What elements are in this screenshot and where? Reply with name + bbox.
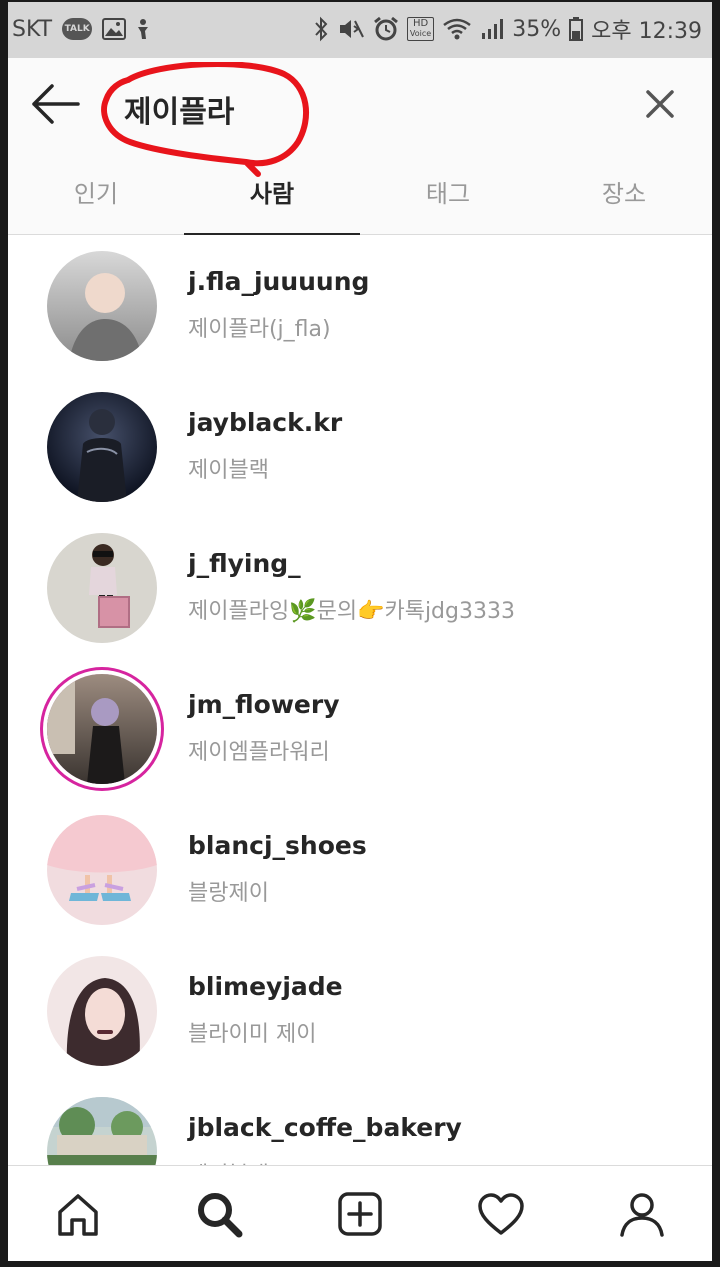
clock: 오후 12:39 xyxy=(591,19,702,44)
nav-profile[interactable] xyxy=(571,1166,712,1262)
home-icon xyxy=(58,1194,99,1236)
search-input[interactable] xyxy=(122,82,606,136)
full-name: 제이블랙 xyxy=(188,458,269,483)
wifi-icon xyxy=(442,17,472,41)
tab-tags[interactable]: 태그 xyxy=(360,162,536,234)
search-field-wrap xyxy=(101,62,612,177)
list-item[interactable]: jblack_coffe_bakery 제이블랙 xyxy=(8,1081,712,1165)
search-header: 인기 사람 태그 장소 xyxy=(8,58,712,235)
list-item[interactable]: jayblack.kr 제이블랙 xyxy=(8,376,712,516)
nav-search[interactable] xyxy=(149,1166,290,1262)
username: jm_flowery xyxy=(188,690,340,719)
alarm-icon xyxy=(373,16,399,42)
username: blancj_shoes xyxy=(188,831,367,860)
activity-heart-icon xyxy=(478,1193,524,1235)
search-tabs: 인기 사람 태그 장소 xyxy=(8,162,712,235)
clear-search-button[interactable] xyxy=(640,84,680,124)
battery-percent: 35% xyxy=(512,16,562,42)
full-name: 제이플라잉🌿문의👉카톡jdg3333 xyxy=(188,599,515,624)
hd-voice-icon: HD Voice xyxy=(406,17,435,41)
battery-icon xyxy=(569,17,584,41)
full-name: 제이블랙 xyxy=(188,1157,269,1165)
nav-activity[interactable] xyxy=(430,1166,571,1262)
nav-home[interactable] xyxy=(8,1166,149,1262)
username: j.fla_juuuung xyxy=(188,267,370,296)
signal-icon xyxy=(480,17,504,41)
avatar xyxy=(47,956,157,1066)
username: jayblack.kr xyxy=(188,408,343,437)
full-name: 제이엠플라워리 xyxy=(188,740,330,765)
close-icon xyxy=(646,90,674,118)
avatar xyxy=(47,392,157,502)
username: j_flying_ xyxy=(188,549,301,578)
back-arrow-icon xyxy=(32,84,80,124)
avatar xyxy=(47,674,157,784)
list-item[interactable]: j.fla_juuuung 제이플라(j_fla) xyxy=(8,235,712,375)
avatar xyxy=(47,251,157,361)
gallery-icon xyxy=(102,18,127,40)
bluetooth-icon xyxy=(313,16,329,42)
carrier-label: SKT xyxy=(12,16,53,42)
full-name: 제이플라(j_fla) xyxy=(188,317,331,342)
search-results-list: j.fla_juuuung 제이플라(j_fla) jayblack.kr 제이… xyxy=(8,235,712,1165)
list-item[interactable]: blancj_shoes 블랑제이 xyxy=(8,799,712,939)
avatar xyxy=(47,533,157,643)
tab-people[interactable]: 사람 xyxy=(184,162,360,235)
bottom-navigation xyxy=(8,1165,712,1262)
add-post-icon xyxy=(338,1192,382,1236)
tab-places[interactable]: 장소 xyxy=(536,162,712,234)
back-button[interactable] xyxy=(30,82,82,126)
search-icon xyxy=(198,1193,243,1238)
kakaotalk-icon: TALK xyxy=(62,18,93,40)
full-name: 블라이미 제이 xyxy=(188,1022,317,1047)
status-bar: SKT TALK HD Voice 35% 오후 12:39 xyxy=(0,0,720,58)
username: blimeyjade xyxy=(188,972,343,1001)
mute-icon xyxy=(337,17,365,41)
avatar xyxy=(47,1097,157,1165)
profile-icon xyxy=(619,1193,664,1237)
nav-new-post[interactable] xyxy=(290,1166,431,1262)
list-item[interactable]: jm_flowery 제이엠플라워리 xyxy=(8,658,712,798)
username: jblack_coffe_bakery xyxy=(188,1113,462,1142)
avatar xyxy=(47,815,157,925)
list-item[interactable]: blimeyjade 블라이미 제이 xyxy=(8,940,712,1080)
accessibility-icon xyxy=(136,18,150,40)
list-item[interactable]: j_flying_ 제이플라잉🌿문의👉카톡jdg3333 xyxy=(8,517,712,657)
full-name: 블랑제이 xyxy=(188,881,269,906)
tab-top[interactable]: 인기 xyxy=(8,162,184,234)
